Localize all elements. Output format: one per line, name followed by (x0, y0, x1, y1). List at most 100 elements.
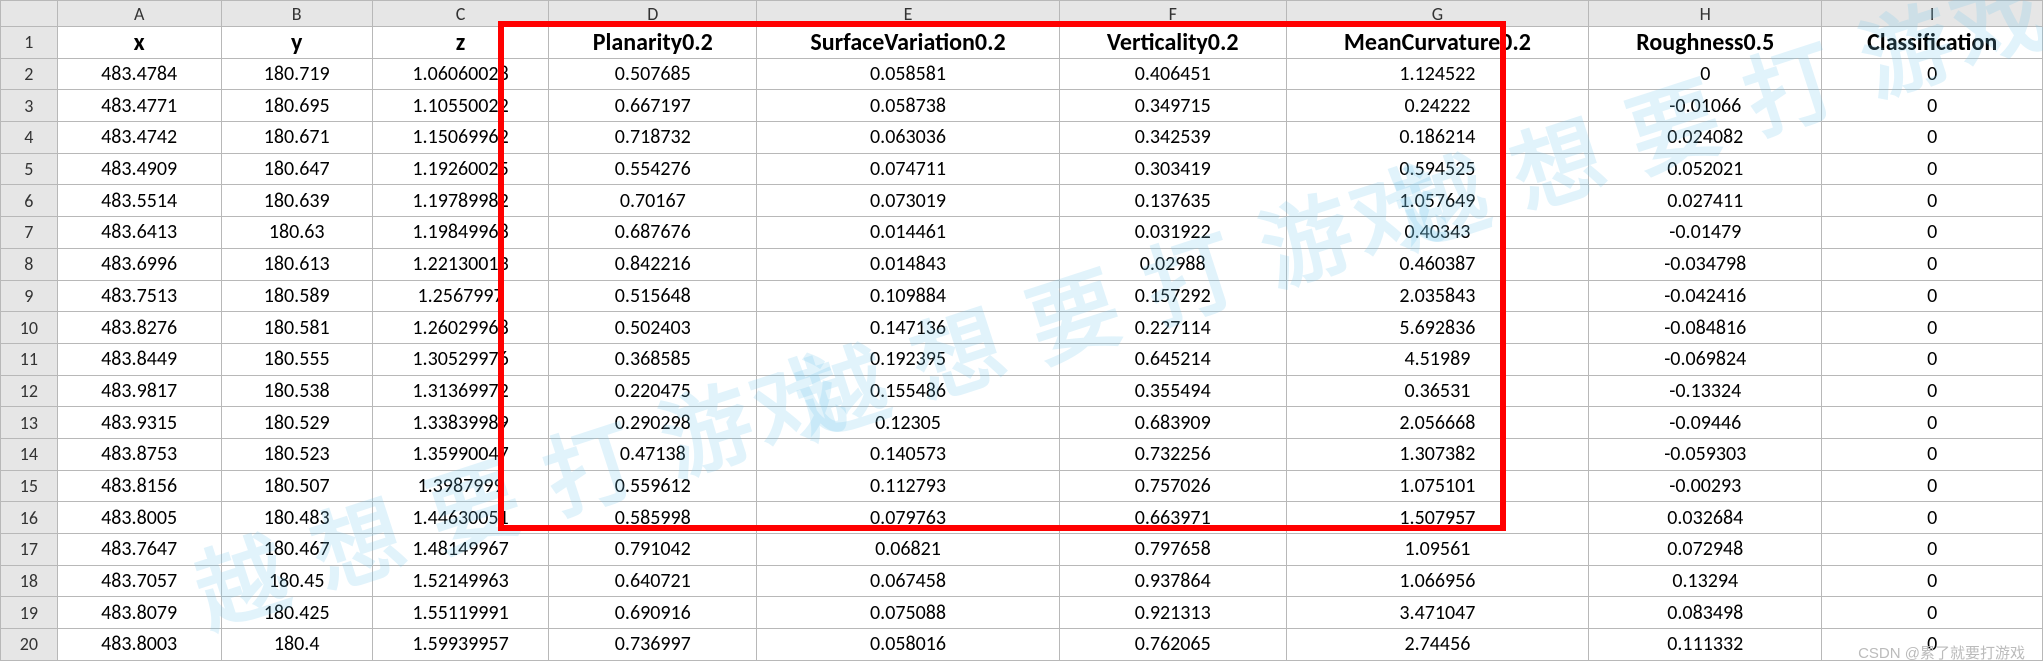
cell[interactable]: Roughness0.5 (1589, 27, 1822, 59)
cell[interactable]: 0 (1822, 280, 2043, 312)
cell[interactable]: 0.032684 (1589, 502, 1822, 534)
row-header[interactable]: 6 (1, 185, 58, 217)
cell[interactable]: 0 (1822, 407, 2043, 439)
cell[interactable]: 2.035843 (1286, 280, 1589, 312)
cell[interactable]: x (57, 27, 221, 59)
cell[interactable]: 483.8079 (57, 597, 221, 629)
cell[interactable]: 0.937864 (1059, 565, 1286, 597)
cell[interactable]: 0 (1822, 58, 2043, 90)
cell[interactable]: 0 (1822, 217, 2043, 249)
cell[interactable]: 483.9315 (57, 407, 221, 439)
cell[interactable]: 0.585998 (549, 502, 757, 534)
cell[interactable]: 1.507957 (1286, 502, 1589, 534)
cell[interactable]: 0 (1822, 438, 2043, 470)
cell[interactable]: 5.692836 (1286, 312, 1589, 344)
cell[interactable]: 483.8276 (57, 312, 221, 344)
row-header[interactable]: 9 (1, 280, 58, 312)
cell[interactable]: 1.55119991 (372, 597, 548, 629)
cell[interactable]: -0.084816 (1589, 312, 1822, 344)
col-header-D[interactable]: D (549, 1, 757, 27)
cell[interactable]: 0.079763 (757, 502, 1060, 534)
cell[interactable]: 0.074711 (757, 153, 1060, 185)
cell[interactable]: 1.06060028 (372, 58, 548, 90)
col-header-I[interactable]: I (1822, 1, 2043, 27)
cell[interactable]: 1.33839989 (372, 407, 548, 439)
cell[interactable]: 180.581 (221, 312, 372, 344)
row-header[interactable]: 7 (1, 217, 58, 249)
cell[interactable]: 180.63 (221, 217, 372, 249)
col-header-E[interactable]: E (757, 1, 1060, 27)
cell[interactable]: 0.460387 (1286, 248, 1589, 280)
cell[interactable]: 0.109884 (757, 280, 1060, 312)
cell[interactable]: 0.645214 (1059, 343, 1286, 375)
cell[interactable]: 0 (1822, 185, 2043, 217)
cell[interactable]: 180.639 (221, 185, 372, 217)
row-header[interactable]: 17 (1, 534, 58, 566)
cell[interactable]: 180.555 (221, 343, 372, 375)
cell[interactable]: -0.034798 (1589, 248, 1822, 280)
cell[interactable]: 0.072948 (1589, 534, 1822, 566)
cell[interactable]: -0.01066 (1589, 90, 1822, 122)
cell[interactable]: 0.554276 (549, 153, 757, 185)
cell[interactable]: 483.6996 (57, 248, 221, 280)
cell[interactable]: 0.137635 (1059, 185, 1286, 217)
cell[interactable]: 0 (1822, 565, 2043, 597)
cell[interactable]: 1.19260025 (372, 153, 548, 185)
cell[interactable]: 180.719 (221, 58, 372, 90)
cell[interactable]: 180.529 (221, 407, 372, 439)
cell[interactable]: 0.342539 (1059, 122, 1286, 154)
cell[interactable]: 0 (1589, 58, 1822, 90)
cell[interactable]: 0.13294 (1589, 565, 1822, 597)
cell[interactable]: 0.502403 (549, 312, 757, 344)
cell[interactable]: 0.12305 (757, 407, 1060, 439)
cell[interactable]: 1.124522 (1286, 58, 1589, 90)
cell[interactable]: 1.48149967 (372, 534, 548, 566)
cell[interactable]: 0.791042 (549, 534, 757, 566)
cell[interactable]: MeanCurvature0.2 (1286, 27, 1589, 59)
row-header[interactable]: 2 (1, 58, 58, 90)
cell[interactable]: 0.058016 (757, 629, 1060, 661)
cell[interactable]: y (221, 27, 372, 59)
cell[interactable]: 3.471047 (1286, 597, 1589, 629)
cell[interactable]: 0.014843 (757, 248, 1060, 280)
row-header[interactable]: 18 (1, 565, 58, 597)
cell[interactable]: 1.52149963 (372, 565, 548, 597)
cell[interactable]: -0.069824 (1589, 343, 1822, 375)
cell[interactable]: 0.052021 (1589, 153, 1822, 185)
col-header-A[interactable]: A (57, 1, 221, 27)
cell[interactable]: 0.70167 (549, 185, 757, 217)
cell[interactable]: 0 (1822, 343, 2043, 375)
cell[interactable]: 1.19849968 (372, 217, 548, 249)
cell[interactable]: 180.523 (221, 438, 372, 470)
cell[interactable]: 0.073019 (757, 185, 1060, 217)
cell[interactable]: 0.667197 (549, 90, 757, 122)
cell[interactable]: 1.15069962 (372, 122, 548, 154)
cell[interactable]: 2.056668 (1286, 407, 1589, 439)
cell[interactable]: Verticality0.2 (1059, 27, 1286, 59)
cell[interactable]: 1.19789982 (372, 185, 548, 217)
cell[interactable]: 0.683909 (1059, 407, 1286, 439)
row-header[interactable]: 12 (1, 375, 58, 407)
cell[interactable]: 0.02988 (1059, 248, 1286, 280)
cell[interactable]: 0.559612 (549, 470, 757, 502)
cell[interactable]: 0.732256 (1059, 438, 1286, 470)
cell[interactable]: -0.01479 (1589, 217, 1822, 249)
cell[interactable]: 483.4771 (57, 90, 221, 122)
cell[interactable]: 483.8005 (57, 502, 221, 534)
cell[interactable]: 1.09561 (1286, 534, 1589, 566)
cell[interactable]: 483.8156 (57, 470, 221, 502)
cell[interactable]: 180.467 (221, 534, 372, 566)
row-header[interactable]: 14 (1, 438, 58, 470)
cell[interactable]: 0.063036 (757, 122, 1060, 154)
row-header[interactable]: 19 (1, 597, 58, 629)
cell[interactable]: 2.74456 (1286, 629, 1589, 661)
cell[interactable]: 0.303419 (1059, 153, 1286, 185)
col-header-G[interactable]: G (1286, 1, 1589, 27)
cell[interactable]: 0.140573 (757, 438, 1060, 470)
cell[interactable]: 0.687676 (549, 217, 757, 249)
cell[interactable]: 0.290298 (549, 407, 757, 439)
col-header-B[interactable]: B (221, 1, 372, 27)
cell[interactable]: -0.042416 (1589, 280, 1822, 312)
cell[interactable]: 1.26029968 (372, 312, 548, 344)
cell[interactable]: 483.5514 (57, 185, 221, 217)
